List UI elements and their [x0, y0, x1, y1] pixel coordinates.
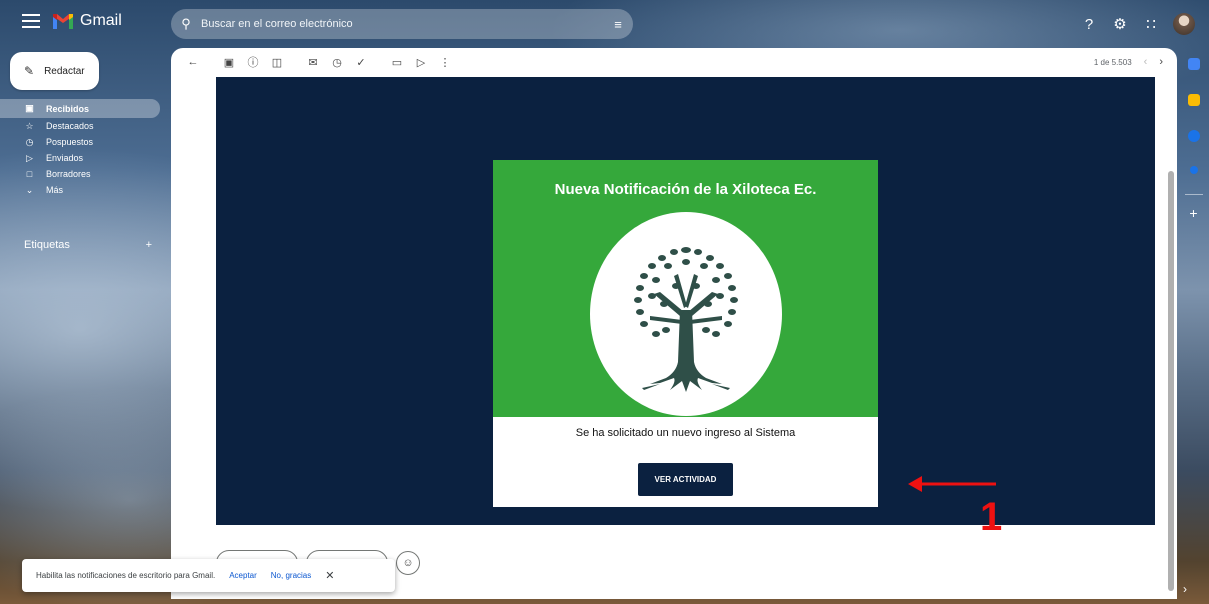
sidebar: ✎ Redactar ▣ Recibidos ☆ Destacados ◷ Po… — [0, 48, 170, 604]
contacts-icon[interactable] — [1189, 166, 1198, 174]
annotation-arrow-icon — [908, 476, 996, 492]
side-panel-divider — [1184, 194, 1203, 195]
chevron-down-icon: ⌄ — [25, 184, 34, 195]
card-banner: Nueva Notificación de la Xiloteca Ec. — [493, 160, 878, 417]
add-task-icon[interactable]: ✓ — [349, 56, 373, 69]
notification-snackbar: Habilita las notificaciones de escritori… — [22, 559, 395, 592]
email-title: Nueva Notificación de la Xiloteca Ec. — [554, 181, 817, 198]
main-menu-icon[interactable] — [22, 14, 40, 28]
compose-button[interactable]: ✎ Redactar — [10, 52, 99, 90]
search-icon[interactable]: ⚲ — [171, 16, 201, 32]
previous-page-icon[interactable]: ‹ — [1144, 56, 1148, 68]
report-spam-icon[interactable]: ⓘ — [241, 54, 265, 70]
scrollbar-thumb[interactable] — [1168, 171, 1174, 591]
sidebar-item-destacados[interactable]: ☆ Destacados — [0, 118, 160, 134]
search-options-icon[interactable]: ≡ — [603, 17, 633, 32]
sidebar-item-label: Recibidos — [46, 103, 90, 114]
pencil-icon: ✎ — [24, 64, 35, 78]
expand-panel-icon[interactable]: › — [1183, 582, 1187, 596]
keep-icon[interactable] — [1187, 94, 1200, 106]
app-name: Gmail — [80, 12, 122, 29]
add-label-icon[interactable]: + — [146, 239, 152, 251]
tree-icon — [634, 247, 738, 392]
back-arrow-icon[interactable]: ← — [181, 56, 205, 68]
main-panel: ← ▣ ⓘ ◫ ✉ ◷ ✓ ▭ ▷ ⋮ 1 de 5.503 ‹ › Nueva… — [171, 48, 1177, 599]
pager: 1 de 5.503 ‹ › — [1094, 56, 1163, 68]
settings-gear-icon[interactable]: ⚙ — [1111, 15, 1129, 33]
snackbar-text: Habilita las notificaciones de escritori… — [36, 571, 216, 580]
send-icon: ▷ — [26, 152, 33, 163]
sidebar-item-pospuestos[interactable]: ◷ Pospuestos — [0, 134, 160, 150]
labels-title: Etiquetas — [24, 239, 70, 251]
email-body: Nueva Notificación de la Xiloteca Ec. Se… — [216, 77, 1155, 525]
avatar[interactable] — [1173, 13, 1195, 35]
apps-grid-icon[interactable]: ∷ — [1142, 15, 1160, 33]
sidebar-item-label: Pospuestos — [46, 137, 94, 147]
compose-label: Redactar — [44, 65, 85, 77]
sidebar-item-label: Más — [46, 185, 64, 195]
email-message: Se ha solicitado un nuevo ingreso al Sis… — [575, 427, 796, 439]
more-options-icon[interactable]: ⋮ — [433, 56, 457, 69]
top-right-icons: ? ⚙ ∷ — [1080, 13, 1195, 35]
top-bar: Gmail ⚲ ≡ ? ⚙ ∷ — [0, 0, 1209, 48]
gmail-logo[interactable]: Gmail — [52, 12, 122, 30]
inbox-icon: ▣ — [25, 103, 34, 113]
label-icon[interactable]: ▷ — [409, 56, 433, 69]
archive-icon[interactable]: ▣ — [217, 56, 241, 69]
mark-unread-icon[interactable]: ✉ — [301, 56, 325, 69]
scrollbar[interactable] — [1166, 76, 1174, 596]
calendar-icon[interactable] — [1187, 58, 1200, 70]
ver-actividad-button[interactable]: VER ACTIVIDAD — [638, 463, 733, 496]
star-icon: ☆ — [25, 120, 34, 131]
search-bar[interactable]: ⚲ ≡ — [171, 9, 633, 39]
snackbar-accept-link[interactable]: Aceptar — [229, 571, 257, 580]
notification-card: Nueva Notificación de la Xiloteca Ec. Se… — [493, 160, 878, 507]
sidebar-item-borradores[interactable]: □ Borradores — [0, 166, 160, 182]
sidebar-item-recibidos[interactable]: ▣ Recibidos — [0, 99, 160, 118]
snackbar-decline-link[interactable]: No, gracias — [271, 571, 311, 580]
search-input[interactable] — [201, 18, 603, 30]
labels-header: Etiquetas + — [24, 239, 152, 251]
close-icon[interactable]: ✕ — [325, 569, 334, 582]
message-toolbar: ← ▣ ⓘ ◫ ✉ ◷ ✓ ▭ ▷ ⋮ 1 de 5.503 ‹ › — [171, 48, 1177, 76]
next-page-icon[interactable]: › — [1159, 56, 1163, 68]
move-to-icon[interactable]: ▭ — [385, 56, 409, 69]
sidebar-nav: ▣ Recibidos ☆ Destacados ◷ Pospuestos ▷ … — [0, 99, 160, 198]
emoji-reaction-icon[interactable]: ☺ — [396, 551, 420, 575]
snooze-icon[interactable]: ◷ — [325, 56, 349, 69]
clock-icon: ◷ — [25, 136, 34, 147]
sidebar-item-label: Destacados — [46, 121, 94, 131]
xiloteca-logo — [590, 212, 782, 416]
add-addon-icon[interactable]: + — [1189, 205, 1197, 221]
sidebar-item-label: Enviados — [46, 153, 84, 163]
side-panel: + — [1178, 48, 1209, 604]
delete-icon[interactable]: ◫ — [265, 56, 289, 69]
help-icon[interactable]: ? — [1080, 16, 1098, 33]
tasks-icon[interactable] — [1187, 130, 1200, 142]
sidebar-item-mas[interactable]: ⌄ Más — [0, 182, 160, 198]
gmail-m-icon — [53, 13, 73, 29]
draft-icon: □ — [26, 169, 33, 179]
sidebar-item-enviados[interactable]: ▷ Enviados — [0, 150, 160, 166]
sidebar-item-label: Borradores — [46, 169, 91, 179]
pager-count: 1 de 5.503 — [1093, 57, 1132, 67]
annotation-number: 1 — [980, 495, 1003, 539]
